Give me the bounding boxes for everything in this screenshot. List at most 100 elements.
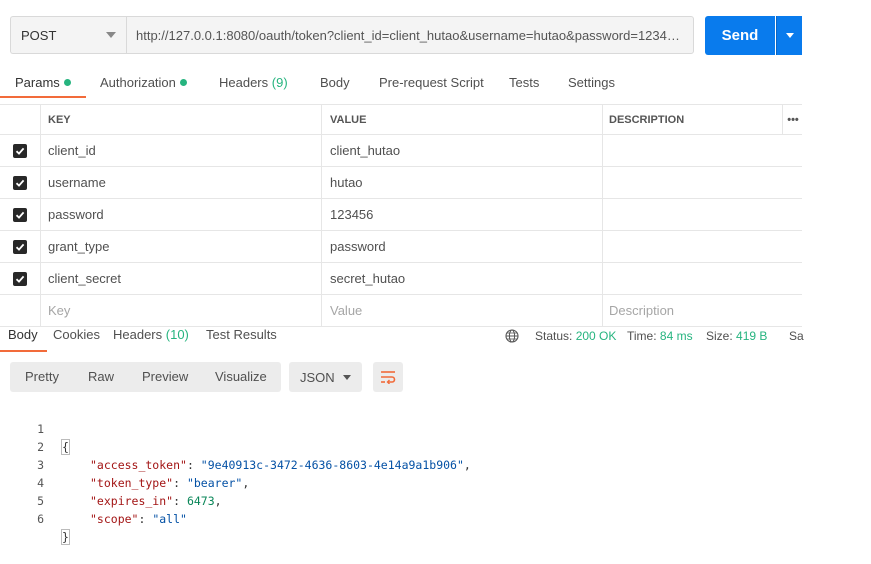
method-select[interactable]: POST [10,16,126,54]
visualize-button[interactable]: Visualize [215,362,267,392]
code-line: 5 "scope": "all" [0,474,802,526]
save-response-button[interactable]: Sa [789,322,804,350]
preview-button[interactable]: Preview [142,362,188,392]
tab-params[interactable]: Params [0,70,86,98]
tab-response-headers[interactable]: Headers (10) [113,322,189,350]
param-checkbox[interactable] [13,271,27,286]
param-checkbox[interactable] [13,239,27,254]
column-header-key: KEY [40,105,329,134]
tab-label: Body [8,327,38,342]
tab-label: Body [320,75,350,90]
code-line: 1 { [0,402,802,455]
time-indicator: Time: 84 ms [627,322,693,350]
param-key[interactable]: client_id [40,135,329,166]
param-value[interactable]: secret_hutao [321,263,611,294]
tab-body[interactable]: Body [320,70,350,98]
param-value[interactable]: 123456 [321,199,611,230]
param-description[interactable] [602,231,789,262]
tab-settings[interactable]: Settings [568,70,615,98]
tab-test-results[interactable]: Test Results [206,322,277,350]
time-label: Time: [627,329,657,343]
header-checkbox-column [0,105,40,134]
time-value: 84 ms [659,329,693,343]
check-icon [15,211,25,219]
tab-response-body[interactable]: Body [0,322,47,352]
param-value[interactable]: hutao [321,167,611,198]
param-checkbox[interactable] [13,175,27,190]
tab-label: Cookies [53,327,100,342]
table-row: client_id client_hutao [0,135,802,167]
tab-authorization[interactable]: Authorization [100,70,187,98]
param-checkbox[interactable] [13,207,27,222]
chevron-down-icon [106,32,116,38]
param-key[interactable]: client_secret [40,263,329,294]
check-icon [15,275,25,283]
wrap-lines-button[interactable] [373,362,403,392]
table-row: client_secret secret_hutao [0,263,802,295]
code-line: 4 "expires_in": 6473, [0,456,802,508]
tab-label: Test Results [206,327,277,342]
chevron-down-icon [343,374,351,380]
param-value[interactable]: client_hutao [321,135,611,166]
code-line: 3 "token_type": "bearer", [0,438,802,490]
table-header: KEY VALUE DESCRIPTION ••• [0,104,802,135]
code-line: 6 } [0,492,802,545]
method-label: POST [21,27,57,43]
active-dot-icon [63,79,71,86]
column-header-value: VALUE [321,105,611,134]
tab-label: Pre-request Script [379,75,484,90]
table-row: password 123456 [0,199,802,231]
tab-pre-request-script[interactable]: Pre-request Script [379,70,484,98]
tab-cookies[interactable]: Cookies [53,322,100,350]
table-row: grant_type password [0,231,802,263]
tab-label: Headers [113,327,163,342]
tab-count: (9) [271,75,288,90]
param-key[interactable]: username [40,167,329,198]
tab-label: Authorization [100,75,176,90]
param-description[interactable] [602,199,789,230]
tab-headers[interactable]: Headers (9) [219,70,288,98]
url-text: http://127.0.0.1:8080/oauth/token?client… [136,27,684,43]
params-table: KEY VALUE DESCRIPTION ••• client_id clie… [0,104,802,327]
param-description[interactable] [602,263,789,294]
send-options-button[interactable] [776,16,802,55]
tab-count: (10) [165,327,189,342]
param-key[interactable]: password [40,199,329,230]
json-value: "all" [152,512,187,526]
status-indicator: Status: 200 OK [535,322,616,350]
raw-button[interactable]: Raw [88,362,114,392]
line-number: 6 [37,512,44,526]
tab-label: Headers [219,75,269,90]
status-value: 200 OK [575,329,617,343]
more-options-icon[interactable]: ••• [782,105,803,134]
response-body-viewer[interactable]: 1 { 2 "access_token": "9e40913c-3472-463… [0,402,802,545]
table-row: username hutao [0,167,802,199]
wrap-lines-icon [381,371,396,384]
param-key[interactable]: grant_type [40,231,329,262]
tab-tests[interactable]: Tests [509,70,539,98]
format-select-label: JSON [300,369,335,385]
close-brace: } [61,529,70,545]
param-checkbox[interactable] [13,143,27,158]
param-description[interactable] [602,135,789,166]
response-tabs: Body Cookies Headers (10) Test Results S… [0,322,804,352]
param-description[interactable] [602,167,789,198]
param-value[interactable]: password [321,231,611,262]
pretty-button[interactable]: Pretty [25,362,59,392]
column-header-description: DESCRIPTION [602,105,789,134]
status-label: Status: [535,329,573,343]
check-icon [15,179,25,187]
size-label: Size: [706,329,733,343]
url-input[interactable]: http://127.0.0.1:8080/oauth/token?client… [126,16,694,54]
format-select[interactable]: JSON [289,362,362,392]
tab-label: Params [15,75,60,90]
globe-icon[interactable] [505,329,519,343]
send-button[interactable]: Send [705,16,775,55]
size-value: 419 B [736,329,768,343]
request-tabs: Params Authorization Headers (9) Body Pr… [0,70,802,98]
code-line: 2 "access_token": "9e40913c-3472-4636-86… [0,420,802,472]
json-key: "scope" [90,512,139,526]
active-dot-icon [179,79,187,86]
chevron-down-icon [785,33,794,38]
tab-label: Tests [509,75,540,90]
